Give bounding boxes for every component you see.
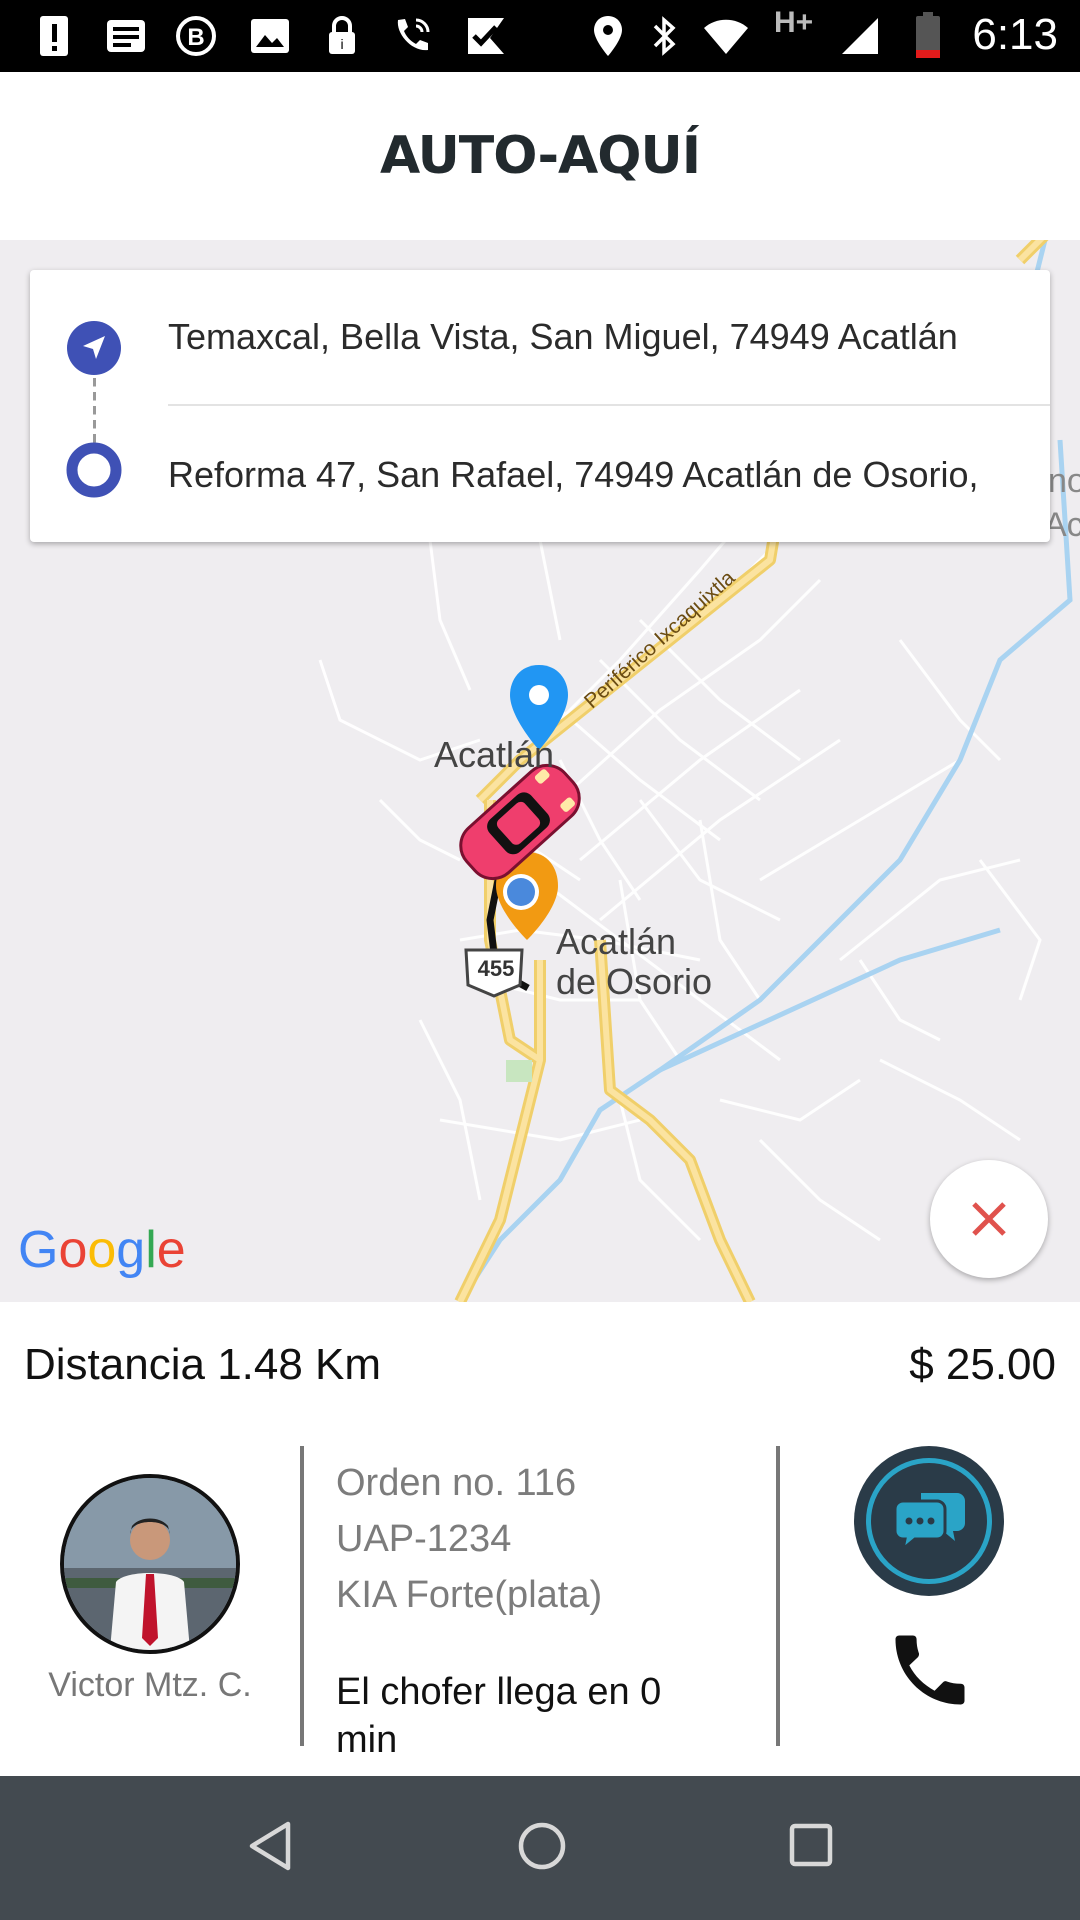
info-divider-right	[776, 1446, 780, 1746]
battery-icon	[904, 12, 952, 60]
recents-button[interactable]	[788, 1822, 836, 1875]
info-divider-left	[300, 1446, 304, 1746]
phone-icon	[895, 1635, 965, 1705]
lock-icon: i	[318, 12, 366, 60]
car-model: KIA Forte(plata)	[336, 1574, 603, 1616]
order-number: Orden no. 116	[336, 1462, 577, 1504]
call-button[interactable]	[884, 1624, 976, 1721]
price-text: $ 25.00	[909, 1340, 1056, 1389]
google-logo: Google	[18, 1221, 186, 1279]
map-label-edge-1: no	[1048, 462, 1080, 500]
system-nav-bar	[0, 1776, 1080, 1920]
recents-icon	[789, 1823, 833, 1867]
route-connector	[93, 378, 96, 444]
chat-icon	[893, 1493, 965, 1553]
wifi-call-icon	[388, 12, 436, 60]
park-area	[506, 1060, 532, 1082]
b-icon: B	[172, 12, 220, 60]
network-type: H+	[774, 6, 814, 39]
origin-address[interactable]: Temaxcal, Bella Vista, San Miguel, 74949…	[168, 316, 1048, 358]
image-icon	[246, 12, 294, 60]
driver-name: Victor Mtz. C.	[48, 1666, 252, 1704]
minor-streets	[318, 439, 1042, 1242]
map-label-town: Acatlán	[434, 734, 555, 775]
destination-circle-icon	[66, 442, 122, 503]
news-icon	[102, 12, 150, 60]
cancel-trip-button[interactable]	[930, 1160, 1048, 1278]
home-button[interactable]	[516, 1820, 568, 1877]
driver-eta: El chofer llega en 0 min	[336, 1671, 662, 1761]
back-icon	[249, 1821, 291, 1871]
route-card: Temaxcal, Bella Vista, San Miguel, 74949…	[30, 270, 1050, 542]
svg-text:i: i	[340, 36, 343, 52]
close-icon	[972, 1202, 1006, 1236]
destination-address[interactable]: Reforma 47, San Rafael, 74949 Acatlán de…	[168, 454, 1048, 496]
car-plate: UAP-1234	[336, 1518, 512, 1560]
trip-info-panel: Distancia 1.48 Km $ 25.00 Victor Mtz. C.…	[0, 1302, 1080, 1776]
signal-icon	[836, 12, 884, 60]
alert-icon	[30, 12, 78, 60]
home-icon	[518, 1822, 566, 1870]
status-time: 6:13	[972, 10, 1058, 59]
highway-number: 455	[477, 956, 515, 981]
back-button[interactable]	[246, 1820, 294, 1877]
map-label-city-line1: Acatlán	[556, 921, 677, 962]
wifi-icon	[702, 12, 750, 60]
distance-text: Distancia 1.48 Km	[24, 1340, 382, 1389]
origin-navigation-icon	[66, 320, 122, 381]
app-title: AUTO-AQUÍ	[379, 126, 701, 186]
check-icon	[462, 12, 510, 60]
bluetooth-icon	[640, 12, 688, 60]
driver-avatar[interactable]	[60, 1474, 240, 1654]
location-icon	[584, 12, 632, 60]
map-label-city: Acatlán de Osorio	[556, 922, 712, 1002]
address-divider	[168, 404, 1050, 406]
app-header: AUTO-AQUÍ	[0, 72, 1080, 241]
map-label-city-line2: de Osorio	[556, 961, 713, 1002]
status-bar: B i H+ 6:13	[0, 0, 1080, 72]
svg-text:B: B	[187, 24, 204, 51]
chat-button[interactable]	[854, 1446, 1004, 1596]
